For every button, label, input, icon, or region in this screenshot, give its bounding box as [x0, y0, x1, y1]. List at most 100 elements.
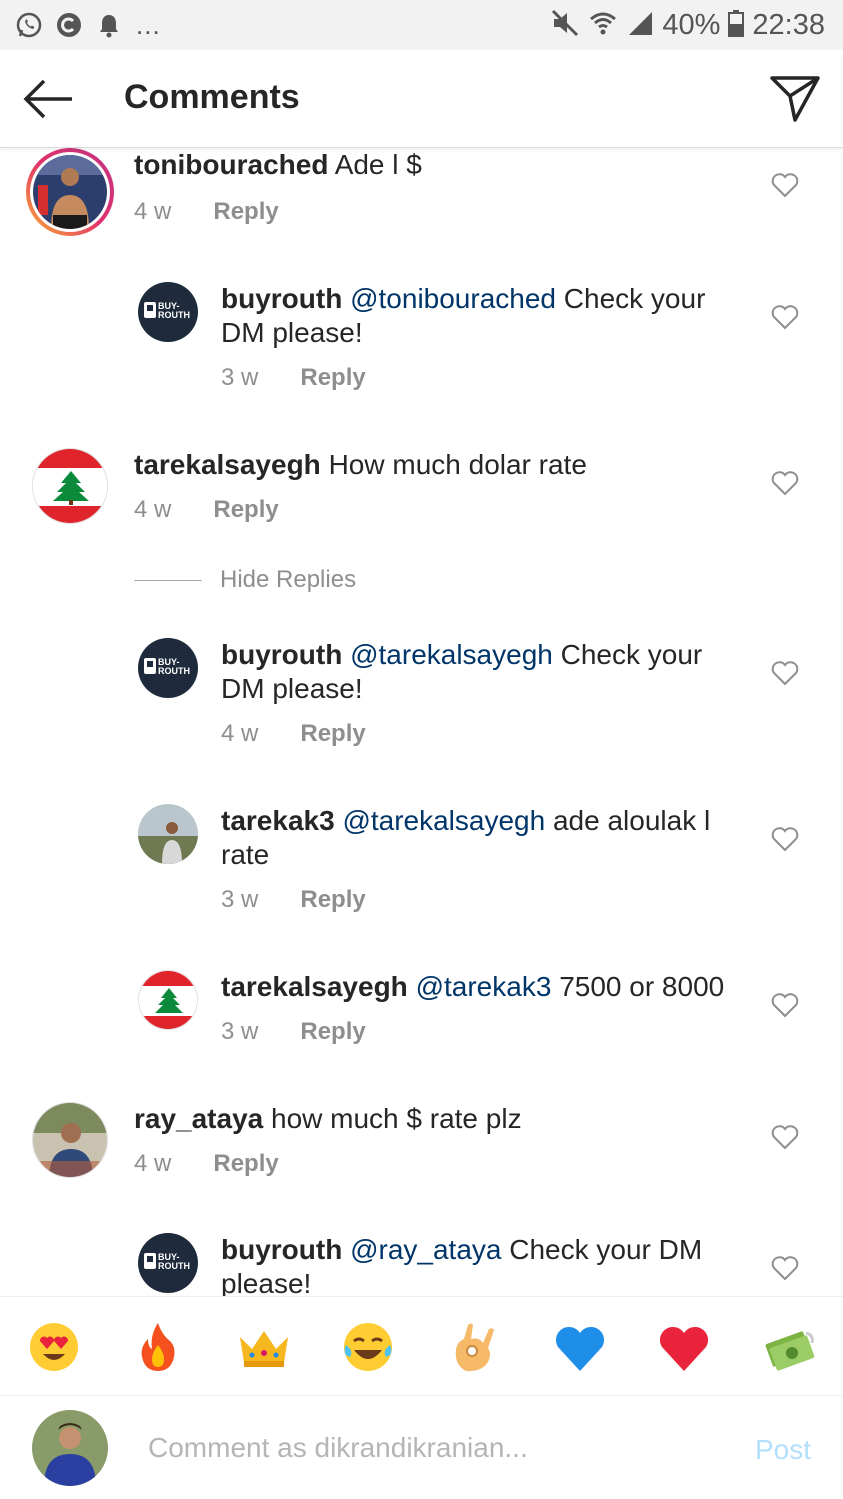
more-notifications: ... [136, 10, 161, 40]
comment-text: buyrouth @tarekalsayegh Check your DM pl… [221, 638, 721, 706]
ok-hand-emoji[interactable] [446, 1319, 502, 1375]
hide-replies-toggle[interactable]: Hide Replies [134, 566, 356, 594]
svg-text:ROUTH: ROUTH [158, 1261, 190, 1271]
like-heart-icon[interactable] [771, 304, 799, 330]
money-emoji[interactable] [762, 1319, 818, 1375]
comment-meta: 4 w Reply [134, 1150, 279, 1178]
fire-emoji[interactable] [130, 1319, 186, 1375]
wifi-icon [588, 8, 618, 43]
post-button[interactable]: Post [755, 1434, 811, 1466]
back-arrow-icon [23, 79, 72, 119]
comment-text: tonibourached Ade l $ [134, 148, 634, 182]
lebanon-flag [139, 971, 197, 1029]
person-photo [138, 804, 198, 864]
comment-mention[interactable]: @tarekalsayegh [350, 639, 553, 670]
comment-username[interactable]: buyrouth [221, 639, 342, 670]
comment-username[interactable]: tarekak3 [221, 805, 335, 836]
red-heart-emoji[interactable] [656, 1319, 712, 1375]
top-app-bar: Comments [0, 50, 843, 148]
like-heart-icon[interactable] [771, 826, 799, 852]
comment-meta: 3 w Reply [221, 364, 366, 392]
svg-text:ROUTH: ROUTH [158, 310, 190, 320]
avatar[interactable] [32, 448, 108, 524]
avatar[interactable] [138, 970, 198, 1030]
tears-of-joy-emoji[interactable] [340, 1319, 396, 1375]
comment-username[interactable]: tonibourached [134, 149, 328, 180]
avatar[interactable] [138, 804, 198, 864]
avatar[interactable]: BUY- ROUTH [138, 638, 198, 698]
comment-composer: Post [0, 1396, 843, 1499]
svg-text:ROUTH: ROUTH [158, 666, 190, 676]
comment-body: how much $ rate plz [271, 1103, 522, 1134]
comment-age: 4 w [134, 1150, 172, 1177]
battery-percent: 40% [662, 9, 721, 41]
battery-icon [728, 9, 745, 42]
emoji-quick-bar [0, 1296, 843, 1396]
comment-username[interactable]: tarekalsayegh [134, 449, 321, 480]
comment-text: tarekalsayegh @tarekak3 7500 or 8000 [221, 970, 741, 1004]
lebanon-flag [33, 449, 107, 523]
reply-button[interactable]: Reply [300, 364, 365, 392]
reply-button[interactable]: Reply [213, 496, 278, 524]
avatar[interactable] [32, 1102, 108, 1178]
comment-text: tarekak3 @tarekalsayegh ade aloulak l ra… [221, 804, 731, 872]
reply-button[interactable]: Reply [300, 886, 365, 914]
reply-button[interactable]: Reply [213, 198, 278, 226]
reply-button[interactable]: Reply [213, 1150, 278, 1178]
comment-age: 4 w [221, 720, 259, 747]
like-heart-icon[interactable] [771, 992, 799, 1018]
comment-mention[interactable]: @ray_ataya [350, 1234, 501, 1265]
comment-mention[interactable]: @tonibourached [350, 283, 556, 314]
comment-age: 3 w [221, 1018, 259, 1045]
hide-replies-label: Hide Replies [220, 566, 357, 593]
comment-age: 3 w [221, 886, 259, 913]
direct-send-button[interactable] [769, 72, 821, 124]
avatar[interactable]: BUY- ROUTH [138, 1233, 198, 1293]
c-app-icon [54, 10, 84, 40]
crown-emoji[interactable] [236, 1319, 292, 1375]
comment-username[interactable]: ray_ataya [134, 1103, 263, 1134]
comment-mention[interactable]: @tarekak3 [416, 971, 552, 1002]
like-heart-icon[interactable] [771, 1124, 799, 1150]
comment-input[interactable] [148, 1426, 708, 1470]
boxer-photo [33, 155, 107, 229]
buyrouth-logo: BUY- ROUTH [144, 1252, 190, 1271]
comment-age: 4 w [134, 496, 172, 523]
comment-body: How much dolar rate [328, 449, 587, 480]
reply-button[interactable]: Reply [300, 720, 365, 748]
comment-age: 4 w [134, 198, 172, 225]
comment-username[interactable]: buyrouth [221, 1234, 342, 1265]
comment-username[interactable]: tarekalsayegh [221, 971, 408, 1002]
buyrouth-logo: BUY- ROUTH [144, 301, 190, 320]
direct-send-icon [770, 76, 820, 122]
comment-username[interactable]: buyrouth [221, 283, 342, 314]
comment-meta: 3 w Reply [221, 886, 366, 914]
status-bar: ... 40% 22:38 [0, 0, 843, 50]
divider [134, 579, 202, 581]
back-button[interactable] [22, 74, 76, 124]
comment-mention[interactable]: @tarekalsayegh [342, 805, 545, 836]
comment-meta: 4 w Reply [221, 720, 366, 748]
comment-text: tarekalsayegh How much dolar rate [134, 448, 694, 482]
comment-age: 3 w [221, 364, 259, 391]
heart-eyes-emoji[interactable] [26, 1319, 82, 1375]
notification-bell-icon [94, 10, 124, 40]
page-title: Comments [124, 78, 300, 116]
person-photo [33, 1103, 107, 1177]
clock: 22:38 [752, 9, 825, 41]
reply-button[interactable]: Reply [300, 1018, 365, 1046]
like-heart-icon[interactable] [771, 660, 799, 686]
buyrouth-logo: BUY- ROUTH [144, 657, 190, 676]
avatar[interactable]: BUY- ROUTH [138, 282, 198, 342]
like-heart-icon[interactable] [771, 470, 799, 496]
comment-text: ray_ataya how much $ rate plz [134, 1102, 694, 1136]
blue-heart-emoji[interactable] [552, 1319, 608, 1375]
comment-meta: 4 w Reply [134, 496, 279, 524]
like-heart-icon[interactable] [771, 172, 799, 198]
mute-icon [550, 8, 580, 43]
avatar[interactable] [26, 148, 114, 236]
like-heart-icon[interactable] [771, 1255, 799, 1281]
comment-list[interactable]: tonibourached Ade l $ 4 w Reply BUY- ROU… [0, 148, 843, 1296]
comment-text: buyrouth @tonibourached Check your DM pl… [221, 282, 721, 350]
person-photo [32, 1410, 108, 1486]
